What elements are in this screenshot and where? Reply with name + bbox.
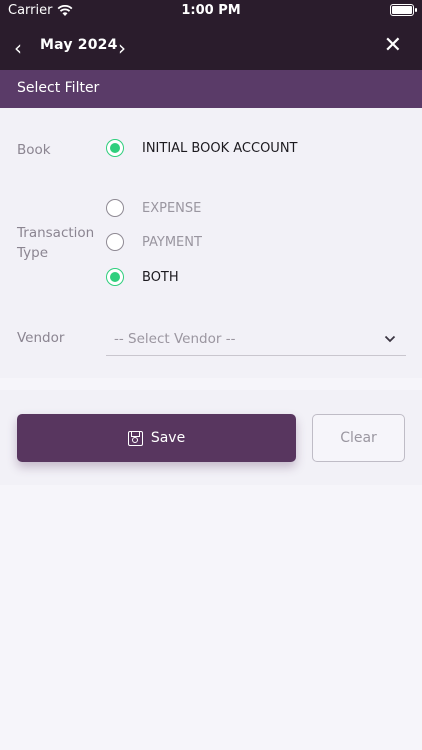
save-button-label: Save (150, 430, 186, 446)
status-bar: Carrier 1:00 PM (0, 0, 422, 22)
book-option-label: INITIAL BOOK ACCOUNT (142, 140, 298, 156)
floppy-disk-icon (127, 430, 143, 446)
chevron-right-icon[interactable]: › (118, 36, 126, 60)
filter-title: Select Filter (17, 80, 100, 96)
transaction-option-expense[interactable]: EXPENSE (106, 199, 201, 217)
filter-panel: Book INITIAL BOOK ACCOUNT Transaction Ty… (0, 108, 422, 378)
book-option[interactable]: INITIAL BOOK ACCOUNT (106, 139, 297, 157)
clear-button[interactable]: Clear (312, 414, 405, 462)
radio-unselected-icon[interactable] (106, 233, 124, 251)
chevron-left-icon[interactable]: ‹ (14, 36, 22, 60)
transaction-option-label: EXPENSE (142, 200, 202, 216)
transaction-option-label: PAYMENT (142, 234, 202, 250)
battery-icon (390, 4, 417, 16)
transaction-type-label: Transaction Type (17, 223, 94, 263)
transaction-option-both[interactable]: BOTH (106, 268, 179, 286)
action-bar: Save Clear (0, 390, 422, 485)
vendor-placeholder: -- Select Vendor -- (114, 331, 236, 347)
radio-selected-icon[interactable] (106, 268, 124, 286)
transaction-option-label: BOTH (142, 269, 179, 285)
clear-button-label: Clear (340, 430, 377, 446)
month-label: May 2024 (40, 37, 118, 53)
radio-unselected-icon[interactable] (106, 199, 124, 217)
radio-selected-icon[interactable] (106, 139, 124, 157)
month-navigator: ‹ May 2024 › ✕ (0, 30, 422, 64)
save-button[interactable]: Save (17, 414, 296, 462)
filter-header: Select Filter (0, 70, 422, 108)
transaction-type-label-line2: Type (17, 245, 49, 261)
book-label: Book (17, 142, 51, 158)
chevron-down-icon (384, 335, 396, 343)
vendor-label: Vendor (17, 330, 65, 346)
top-bar: Carrier 1:00 PM ‹ May 2024 › ✕ (0, 0, 422, 70)
transaction-option-payment[interactable]: PAYMENT (106, 233, 202, 251)
close-icon[interactable]: ✕ (384, 33, 402, 58)
status-time: 1:00 PM (181, 3, 241, 18)
vendor-select[interactable]: -- Select Vendor -- (106, 323, 406, 356)
transaction-type-label-line1: Transaction (17, 225, 95, 241)
